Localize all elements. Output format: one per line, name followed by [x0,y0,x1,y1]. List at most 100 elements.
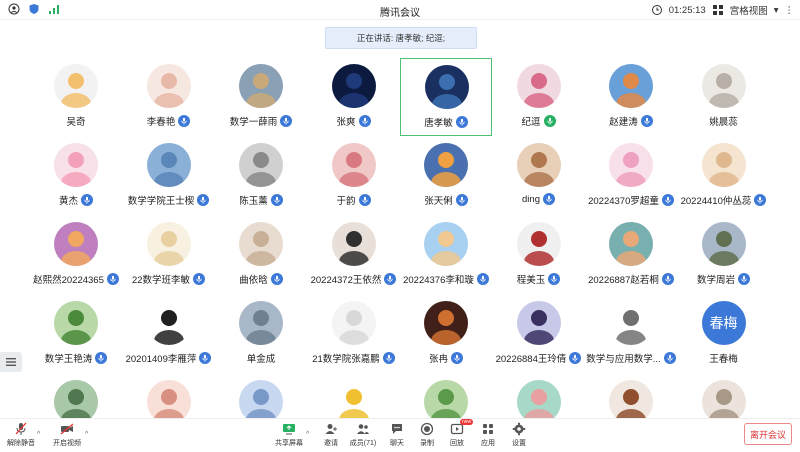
avatar [424,301,468,345]
avatar [516,301,561,345]
record-icon [420,422,434,436]
mic-icon [270,194,283,206]
avatar [146,222,191,266]
participant-name: 单金成 [246,354,276,365]
participant-name: 20201409李雁萍 [125,354,197,365]
participant-tile[interactable]: 姚晨蕊 [678,58,770,136]
avatar [331,143,376,187]
avatar [516,143,561,187]
avatar [425,65,469,109]
record-button[interactable]: 录制 [410,422,444,448]
participant-name: 黄杰 [58,196,78,207]
apps-button[interactable]: 应用 [471,422,505,448]
participant-name: 张爽 [336,117,356,128]
replay-button[interactable]: new 回放 [440,419,474,448]
avatar [146,301,191,345]
participant-name: 20224410仲丛蕊 [680,196,752,207]
avatar [424,222,468,266]
members-icon [357,424,369,434]
avatar [146,143,191,187]
members-button[interactable]: 成员(71) [346,422,380,448]
participant-name: 赵建涛 [609,117,638,128]
participant-name: 赵熙然20224365 [33,275,104,286]
invite-icon [325,424,337,434]
avatar: 春梅 [701,301,746,345]
avatar [54,222,98,266]
participant-name-row: 王春梅 [658,351,790,365]
participant-name: 21数学院张嘉鹏 [312,354,380,365]
mic-icon [640,115,653,127]
participant-name: 20224372王依然 [310,275,382,286]
participant-name-row: 数学周岩 [658,272,790,286]
mic-icon [81,194,93,206]
start-video-button[interactable]: 开启视频 [50,422,84,448]
participant-name: 20224370罗超童 [588,196,659,207]
title-bar: 腾讯会议 01:25:13 宫格视图 ▾ ⋮ [0,0,800,20]
avatar [239,143,283,187]
participant-name: 李春艳 [146,117,176,128]
participant-name: 唐孝敏 [424,118,453,129]
more-icon[interactable]: ⋮ [785,5,795,16]
mic-icon [358,115,371,127]
leave-meeting-button[interactable]: 离开会议 [744,423,792,445]
participant-name: 王春梅 [709,354,738,365]
avatar [54,64,98,108]
avatar [239,301,283,345]
gear-icon [512,422,526,436]
grid-view-icon[interactable] [712,4,724,16]
bottom-toolbar: 解除静音 ^ 开启视频 ^ 共享屏幕 ^ 邀请 成员(71) 聊天 录制 new… [0,418,800,450]
mic-icon [270,273,283,285]
invite-button[interactable]: 邀请 [314,422,348,448]
avatar [701,143,746,187]
avatar [516,64,561,108]
mic-icon [543,115,556,127]
view-mode-button[interactable]: 宫格视图 [730,3,768,17]
participant-name: 数学周岩 [696,275,735,286]
avatar [54,143,98,187]
avatar [239,222,283,266]
mic-icon [178,115,191,127]
avatar [609,301,653,345]
chevron-down-icon[interactable]: ▾ [774,5,779,16]
avatar [331,64,376,108]
clock-icon [651,4,663,16]
menu-icon [6,358,16,366]
speaking-indicator: 正在讲话: 唐孝敏; 纪逗; [325,27,477,49]
avatar [609,143,653,187]
participant-name-row: 20224410仲丛蕊 [658,193,790,207]
participant-name: 20224376李和璇 [403,275,474,286]
participant-tile[interactable]: 春梅 王春梅 [678,295,770,373]
participant-name: 陈玉薰 [239,196,268,207]
participant-tile[interactable]: 20224410仲丛蕊 [678,137,770,215]
avatar [331,222,376,266]
participant-tile[interactable]: 数学周岩 [678,216,770,294]
camera-off-icon [60,423,74,435]
avatar [516,222,561,266]
side-menu-button[interactable] [0,352,22,372]
participant-name: 数学王艳涛 [44,354,93,365]
avatar [146,64,191,108]
avatar [701,222,746,266]
audio-options-caret[interactable]: ^ [37,431,40,438]
apps-icon [483,424,493,434]
participant-name: 22数学班李敏 [131,275,191,286]
participant-name: 曲依晗 [239,275,268,286]
participant-name: 纪逗 [521,117,541,128]
mic-icon [451,352,463,364]
participant-name: 张天俐 [424,196,453,207]
share-screen-button[interactable]: 共享屏幕 [272,422,306,448]
mic-icon [358,194,371,206]
video-options-caret[interactable]: ^ [85,431,88,438]
participant-name: 吴奇 [66,117,86,128]
unmute-button[interactable]: 解除静音 [4,422,38,448]
settings-button[interactable]: 设置 [502,422,536,448]
avatar [54,301,98,345]
participant-name-row: 姚晨蕊 [658,114,790,128]
mic-icon [754,194,767,206]
chat-button[interactable]: 聊天 [380,422,414,448]
mic-icon [455,116,468,128]
participant-name: 20226884王玲倩 [495,354,567,365]
share-options-caret[interactable]: ^ [306,431,309,438]
share-screen-icon [283,424,295,435]
avatar [239,64,283,108]
